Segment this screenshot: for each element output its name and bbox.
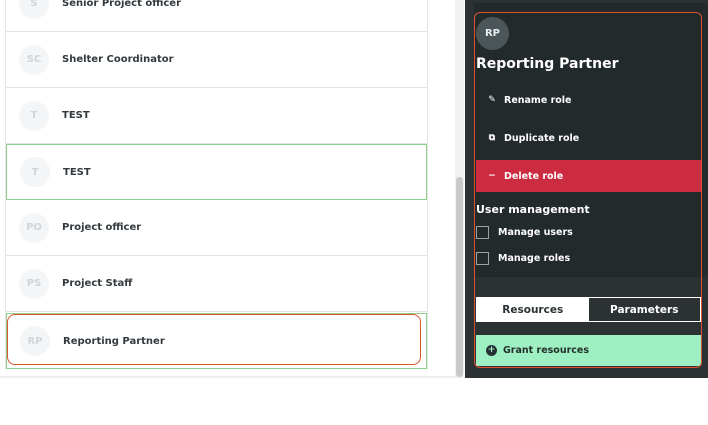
manage-users-option[interactable]: Manage users xyxy=(476,224,573,240)
rename-role-label: Rename role xyxy=(504,94,572,106)
role-name: TEST xyxy=(62,110,90,121)
role-title: Reporting Partner xyxy=(476,56,619,72)
tab-resources[interactable]: Resources xyxy=(477,298,589,321)
avatar: RP xyxy=(20,326,50,356)
manage-roles-label: Manage roles xyxy=(498,252,571,264)
copy-icon: ⧉ xyxy=(488,133,496,143)
role-name: Shelter Coordinator xyxy=(62,54,174,65)
duplicate-role-button[interactable]: ⧉ Duplicate role xyxy=(476,122,701,154)
list-item[interactable]: S Senior Project officer xyxy=(6,0,427,32)
roles-list: S Senior Project officer SC Shelter Coor… xyxy=(5,0,428,369)
scrollbar-thumb[interactable] xyxy=(456,177,463,377)
resource-tabs: Resources Parameters xyxy=(476,297,701,322)
manage-roles-checkbox[interactable] xyxy=(476,251,489,265)
minus-icon: − xyxy=(488,171,496,181)
manage-roles-option[interactable]: Manage roles xyxy=(476,250,570,266)
avatar: S xyxy=(19,0,49,19)
plus-circle-icon: + xyxy=(486,345,497,356)
duplicate-role-label: Duplicate role xyxy=(504,132,580,144)
divider xyxy=(0,376,455,378)
avatar: PS xyxy=(19,268,49,299)
user-management-heading: User management xyxy=(476,203,590,216)
role-name: Project Staff xyxy=(62,278,133,289)
role-name: TEST xyxy=(63,166,91,178)
role-name: Senior Project officer xyxy=(62,0,182,9)
delete-role-button[interactable]: − Delete role xyxy=(476,160,701,192)
manage-users-checkbox[interactable] xyxy=(476,225,489,239)
rename-role-button[interactable]: ✎ Rename role xyxy=(476,84,701,116)
pencil-icon: ✎ xyxy=(488,95,496,105)
avatar: T xyxy=(19,100,49,131)
role-name: Project officer xyxy=(62,222,142,233)
grant-resources-label: Grant resources xyxy=(503,345,589,356)
role-name: Reporting Partner xyxy=(63,335,165,347)
avatar: RP xyxy=(476,17,509,50)
list-item[interactable]: SC Shelter Coordinator xyxy=(6,32,427,88)
manage-users-label: Manage users xyxy=(498,226,573,238)
list-item[interactable]: PO Project officer xyxy=(6,200,427,256)
avatar: T xyxy=(20,157,50,187)
list-item[interactable]: T TEST xyxy=(6,88,427,144)
list-item-selected[interactable]: RP Reporting Partner xyxy=(6,313,427,369)
list-item[interactable]: T TEST xyxy=(6,144,427,200)
avatar: SC xyxy=(19,44,49,75)
delete-role-label: Delete role xyxy=(504,170,564,182)
grant-resources-button[interactable]: + Grant resources xyxy=(476,335,701,366)
tab-parameters[interactable]: Parameters xyxy=(588,298,700,321)
avatar: PO xyxy=(19,212,49,243)
list-item[interactable]: PS Project Staff xyxy=(6,256,427,312)
